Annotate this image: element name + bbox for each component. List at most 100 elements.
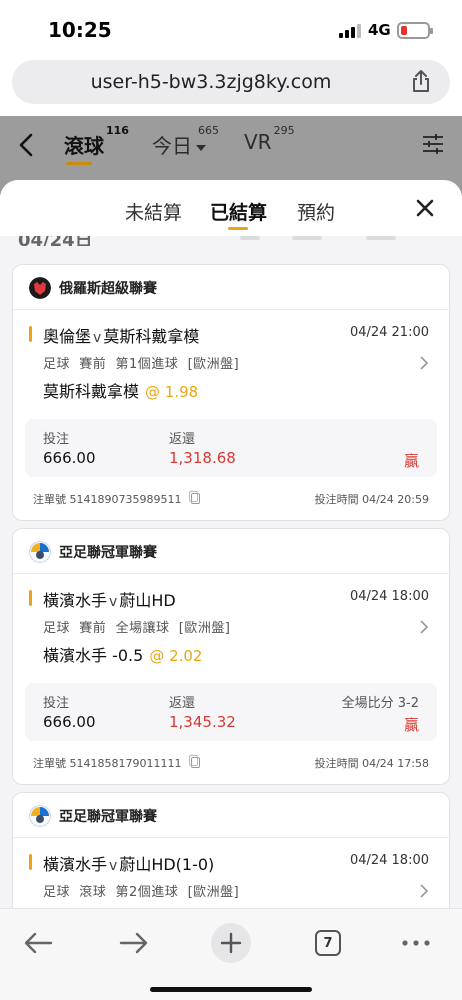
bet-time: 投注時間 04/24 17:58	[315, 755, 429, 771]
return-label: 返還	[169, 696, 196, 711]
tab-unsettled[interactable]: 未結算	[125, 198, 182, 225]
tab-live[interactable]: 滾球116	[64, 124, 129, 165]
filter-chip	[240, 236, 260, 240]
market-info: 足球 滾球 第2個進球 [歐洲盤]	[43, 885, 240, 900]
away-team: 莫斯科戴拿模	[103, 327, 200, 346]
bet-card[interactable]: 亞足聯冠軍聯賽 橫濱水手 v 蔚山HD 04/24 18:00 足球 賽前 全場讓球…	[12, 528, 450, 785]
stake-label: 投注	[43, 696, 70, 711]
copy-icon[interactable]	[188, 491, 200, 504]
match-title: 橫濱水手 v 蔚山HD	[43, 587, 176, 611]
tabs-button[interactable]: 7	[308, 923, 348, 963]
back-nav-icon[interactable]	[18, 923, 58, 963]
tab-reserved[interactable]: 預約	[297, 198, 335, 225]
filter-chip	[366, 236, 396, 240]
signal-icon	[339, 24, 361, 38]
back-icon[interactable]	[16, 132, 38, 158]
filter-chip	[292, 236, 322, 240]
stake-label: 投注	[43, 432, 70, 447]
home-team: 橫濱水手	[43, 855, 108, 874]
order-number: 注單號 5141858179011111	[33, 755, 200, 771]
chevron-right-icon[interactable]	[419, 619, 429, 635]
forward-nav-icon[interactable]	[114, 923, 154, 963]
market-info: 足球 賽前 全場讓球 [歐洲盤]	[43, 621, 231, 636]
network-type: 4G	[368, 21, 391, 39]
stake-value: 666.00	[43, 713, 96, 731]
return-value: 1,345.32	[169, 713, 236, 731]
bet-time: 投注時間 04/24 20:59	[315, 491, 429, 507]
selection: 莫斯科戴拿模 @ 1.98	[43, 378, 198, 402]
tab-live-count: 116	[106, 124, 129, 137]
active-tab-indicator	[228, 227, 248, 230]
address-bar[interactable]: user-h5-bw3.3zjg8ky.com	[12, 60, 450, 104]
more-icon[interactable]	[396, 923, 436, 963]
order-no-value: 5141890735989511	[69, 493, 182, 506]
tab-live-label: 滾球	[64, 134, 104, 158]
order-no-value: 5141858179011111	[69, 757, 182, 770]
match-time: 04/24 21:00	[349, 325, 429, 340]
stake-value: 666.00	[43, 449, 96, 467]
result-badge: 贏	[403, 452, 419, 470]
league-name: 亞足聯冠軍聯賽	[59, 809, 157, 825]
league-logo-icon	[29, 805, 51, 827]
tab-today-count: 665	[198, 124, 219, 137]
return-value: 1,318.68	[169, 449, 236, 467]
divider	[13, 837, 449, 838]
match-title: 橫濱水手 v 蔚山HD(1-0)	[43, 851, 214, 875]
match-row: 橫濱水手 v 蔚山HD 04/24 18:00	[29, 587, 435, 611]
tab-settled[interactable]: 已結算	[210, 198, 268, 230]
active-tab-indicator	[66, 162, 92, 165]
league-name: 俄羅斯超級聯賽	[59, 281, 157, 297]
bet-footer: 注單號 5141858179011111 投注時間 04/24 17:58	[33, 755, 429, 773]
settlement-panel: 投注 666.00 返還 1,318.68 贏	[25, 419, 437, 477]
bet-card[interactable]: 俄羅斯超級聯賽 奧倫堡 v 莫斯科戴拿模 04/24 21:00 足球 賽前 第1個…	[12, 264, 450, 521]
filter-icon[interactable]	[421, 132, 445, 156]
market-info: 足球 賽前 第1個進球 [歐洲盤]	[43, 357, 240, 372]
league-name: 亞足聯冠軍聯賽	[59, 545, 157, 561]
odds: @ 2.02	[149, 647, 203, 665]
close-icon[interactable]	[415, 198, 435, 218]
bet-card[interactable]: 亞足聯冠軍聯賽 橫濱水手 v 蔚山HD(1-0) 04/24 18:00 足球 滾球…	[12, 792, 450, 908]
match-row: 奧倫堡 v 莫斯科戴拿模 04/24 21:00	[29, 323, 435, 347]
share-icon[interactable]	[410, 69, 432, 93]
chevron-right-icon[interactable]	[419, 883, 429, 899]
bet-records-sheet: 未結算 已結算 預約 04/24日 俄羅斯超級聯賽 奧倫堡v莫斯科戴拿模	[0, 180, 462, 908]
copy-icon[interactable]	[188, 755, 200, 768]
league-logo-icon	[29, 277, 51, 299]
order-no-label: 注單號	[33, 757, 66, 770]
url-text[interactable]: user-h5-bw3.3zjg8ky.com	[12, 71, 410, 93]
accent-bar	[29, 590, 32, 606]
match-time: 04/24 18:00	[349, 853, 429, 868]
bet-time-value: 04/24 17:58	[362, 757, 429, 770]
versus: v	[109, 858, 118, 874]
league-logo-icon	[29, 541, 51, 563]
status-time: 10:25	[48, 18, 112, 42]
tab-today[interactable]: 今日 665	[152, 124, 219, 159]
battery-icon	[397, 22, 433, 39]
away-team: 蔚山HD(1-0)	[119, 855, 215, 874]
final-score: 全場比分 3-2	[341, 696, 419, 711]
match-title: 奧倫堡 v 莫斯科戴拿模	[43, 323, 199, 347]
selection: 橫濱水手 -0.5 @ 2.02	[43, 642, 202, 666]
odds: @ 1.98	[145, 383, 199, 401]
order-no-label: 注單號	[33, 493, 66, 506]
league-header: 亞足聯冠軍聯賽	[29, 803, 157, 829]
date-label: 04/24日	[18, 236, 93, 246]
new-tab-icon[interactable]	[211, 923, 251, 963]
bet-footer: 注單號 5141890735989511 投注時間 04/24 20:59	[33, 491, 429, 509]
league-header: 亞足聯冠軍聯賽	[29, 539, 157, 565]
home-indicator	[150, 987, 312, 992]
home-team: 奧倫堡	[43, 327, 92, 346]
match-time: 04/24 18:00	[349, 589, 429, 604]
bet-time-label: 投注時間	[314, 493, 359, 506]
tab-settled-label: 已結算	[210, 202, 268, 224]
sheet-header: 未結算 已結算 預約	[0, 180, 462, 236]
tab-vr-label: VR	[244, 130, 272, 154]
chevron-right-icon[interactable]	[419, 355, 429, 371]
tab-vr[interactable]: VR 295	[244, 124, 295, 154]
bet-time-value: 04/24 20:59	[362, 493, 429, 506]
result-badge: 贏	[403, 716, 419, 734]
versus: v	[109, 594, 118, 610]
divider	[13, 573, 449, 574]
tab-count: 7	[315, 930, 341, 956]
accent-bar	[29, 854, 32, 870]
